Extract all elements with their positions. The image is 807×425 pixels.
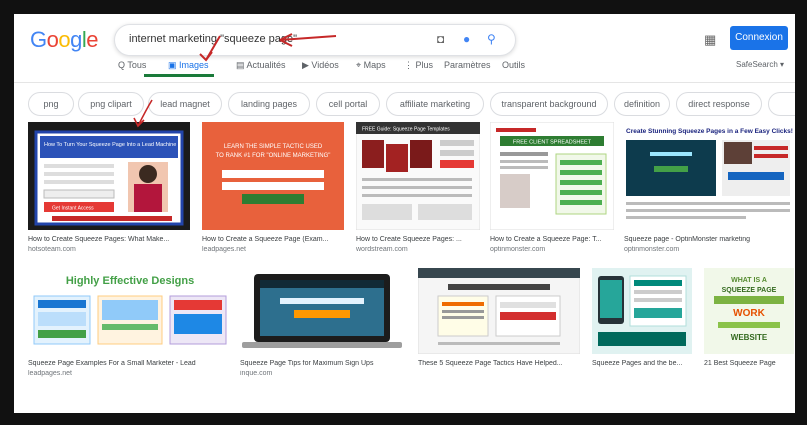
image-result[interactable]: WHAT IS A SQUEEZE PAGE WORK WEBSITE 21 B…: [704, 268, 794, 388]
svg-text:How To Turn Your Squeeze Page: How To Turn Your Squeeze Page Into a Lea…: [44, 142, 176, 148]
header-divider: [14, 82, 795, 83]
result-source: inque.com: [240, 370, 273, 377]
svg-text:Get Instant Access: Get Instant Access: [52, 206, 94, 212]
google-logo[interactable]: Google: [30, 27, 99, 53]
image-result[interactable]: These 5 Squeeze Page Tactics Have Helped…: [418, 268, 580, 388]
svg-text:Create Stunning Squeeze Pages: Create Stunning Squeeze Pages in a Few E…: [626, 128, 793, 135]
svg-text:LEARN THE SIMPLE TACTIC USED: LEARN THE SIMPLE TACTIC USED: [224, 144, 323, 150]
map-pin-icon: ⌖: [356, 60, 364, 70]
result-source: leadpages.net: [28, 370, 72, 377]
tab-settings[interactable]: Paramètres: [444, 60, 491, 70]
result-source: optinmonster.com: [624, 246, 680, 253]
image-result[interactable]: LEARN THE SIMPLE TACTIC USED TO RANK #1 …: [202, 122, 344, 262]
result-title[interactable]: 21 Best Squeeze Page: [704, 360, 794, 367]
result-thumbnail[interactable]: How To Turn Your Squeeze Page Into a Lea…: [28, 122, 190, 230]
frame-border-left: [0, 0, 14, 425]
result-title[interactable]: How to Create Squeeze Pages: ...: [356, 236, 480, 243]
tab-more-label: Plus: [415, 60, 434, 70]
more-icon: ⋮: [404, 60, 416, 70]
result-title[interactable]: How to Create Squeeze Pages: What Make..…: [28, 236, 188, 243]
result-thumbnail[interactable]: FREE CLIENT SPREADSHEET: [490, 122, 614, 230]
chip-filter-partial[interactable]: [768, 92, 795, 116]
frame-border-bottom: [0, 413, 807, 425]
result-title[interactable]: Squeeze Pages and the be...: [592, 360, 692, 367]
image-result[interactable]: FREE CLIENT SPREADSHEET How to Create a …: [490, 122, 614, 262]
result-source: leadpages.net: [202, 246, 246, 253]
image-icon: ▣: [168, 60, 180, 70]
chip-filter[interactable]: png: [28, 92, 74, 116]
tab-maps-label: Maps: [363, 60, 386, 70]
chip-filter[interactable]: affiliate marketing: [386, 92, 484, 116]
svg-text:WEBSITE: WEBSITE: [731, 333, 768, 342]
browser-viewport: Google internet marketing "squeeze page"…: [14, 14, 795, 413]
chip-filter[interactable]: cell portal: [316, 92, 380, 116]
chip-filter[interactable]: definition: [614, 92, 670, 116]
svg-text:TO RANK #1 FOR "ONLINE MARKETI: TO RANK #1 FOR "ONLINE MARKETING": [216, 153, 331, 159]
result-thumbnail[interactable]: FREE Guide: Squeeze Page Templates: [356, 122, 480, 230]
result-source: hotsoteam.com: [28, 246, 76, 253]
result-thumbnail[interactable]: [592, 268, 692, 354]
result-title[interactable]: How to Create a Squeeze Page (Exam...: [202, 236, 342, 243]
svg-text:FREE CLIENT SPREADSHEET: FREE CLIENT SPREADSHEET: [513, 140, 592, 146]
tab-news-label: Actualités: [246, 60, 286, 70]
search-input[interactable]: internet marketing "squeeze page": [129, 33, 297, 45]
screenshot-frame: Google internet marketing "squeeze page"…: [0, 0, 807, 425]
chip-filter[interactable]: direct response: [676, 92, 762, 116]
result-thumbnail[interactable]: [240, 268, 404, 354]
news-icon: ▤: [236, 60, 247, 70]
camera-icon[interactable]: ◘: [437, 32, 444, 46]
image-result[interactable]: Squeeze Pages and the be...: [592, 268, 692, 388]
svg-text:WHAT IS A: WHAT IS A: [731, 277, 767, 284]
result-title[interactable]: Squeeze page - OptinMonster marketing: [624, 236, 792, 243]
chip-filter[interactable]: transparent background: [490, 92, 608, 116]
svg-text:WORK: WORK: [733, 308, 765, 319]
tab-news[interactable]: ▤ Actualités: [236, 60, 286, 71]
result-title[interactable]: Squeeze Page Examples For a Small Market…: [28, 360, 232, 367]
result-thumbnail[interactable]: LEARN THE SIMPLE TACTIC USED TO RANK #1 …: [202, 122, 344, 230]
frame-border-top: [0, 0, 807, 14]
result-source: optinmonster.com: [490, 246, 546, 253]
frame-border-right: [795, 0, 807, 425]
result-title[interactable]: Squeeze Page Tips for Maximum Sign Ups: [240, 360, 404, 367]
image-result[interactable]: Highly Effective Designs Squeeze Page Ex…: [28, 268, 232, 388]
result-source: wordstream.com: [356, 246, 408, 253]
search-icon[interactable]: ⚲: [487, 32, 496, 46]
image-result[interactable]: Squeeze Page Tips for Maximum Sign Ups i…: [240, 268, 404, 388]
tab-videos[interactable]: ▶ Vidéos: [302, 60, 339, 71]
result-thumbnail[interactable]: WHAT IS A SQUEEZE PAGE WORK WEBSITE: [704, 268, 794, 354]
tab-all[interactable]: Q Tous: [118, 60, 146, 70]
tab-tools[interactable]: Outils: [502, 60, 525, 70]
svg-text:SQUEEZE PAGE: SQUEEZE PAGE: [722, 287, 777, 294]
search-box[interactable]: internet marketing "squeeze page" ◘ ● ⚲: [114, 24, 516, 56]
tab-more[interactable]: ⋮ Plus: [404, 60, 433, 71]
apps-grid-icon[interactable]: ▦: [704, 32, 716, 48]
video-icon: ▶: [302, 60, 312, 70]
svg-text:FREE Guide: Squeeze Page Templ: FREE Guide: Squeeze Page Templates: [362, 127, 450, 133]
svg-text:Highly Effective Designs: Highly Effective Designs: [66, 275, 194, 287]
image-result[interactable]: Create Stunning Squeeze Pages in a Few E…: [624, 122, 794, 262]
tab-videos-label: Vidéos: [311, 60, 339, 70]
chip-filter[interactable]: lead magnet: [148, 92, 222, 116]
tab-maps[interactable]: ⌖ Maps: [356, 60, 386, 71]
chip-filter[interactable]: png clipart: [78, 92, 144, 116]
signin-button[interactable]: Connexion: [730, 26, 788, 50]
result-title[interactable]: How to Create a Squeeze Page: T...: [490, 236, 614, 243]
result-thumbnail[interactable]: Highly Effective Designs: [28, 268, 232, 354]
active-tab-indicator: [144, 74, 214, 77]
image-result[interactable]: How To Turn Your Squeeze Page Into a Lea…: [28, 122, 190, 262]
result-thumbnail[interactable]: [418, 268, 580, 354]
image-result[interactable]: FREE Guide: Squeeze Page Templates How t…: [356, 122, 480, 262]
result-title[interactable]: These 5 Squeeze Page Tactics Have Helped…: [418, 360, 580, 367]
microphone-icon[interactable]: ●: [463, 32, 470, 46]
safesearch-dropdown[interactable]: SafeSearch ▾: [736, 60, 784, 69]
result-thumbnail[interactable]: Create Stunning Squeeze Pages in a Few E…: [624, 122, 794, 230]
chip-filter[interactable]: landing pages: [228, 92, 310, 116]
tab-images[interactable]: ▣ Images: [168, 60, 209, 71]
tab-images-label: Images: [179, 60, 209, 70]
